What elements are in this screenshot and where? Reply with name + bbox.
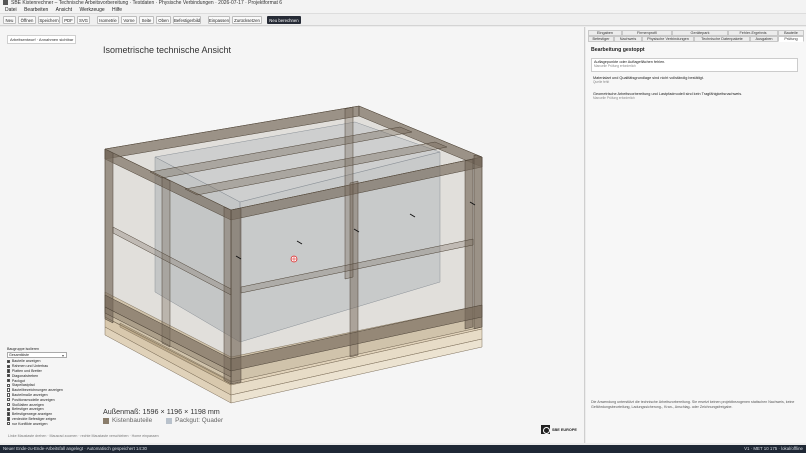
open-button[interactable]: Öffnen (18, 16, 36, 24)
status-message: Neuer Ende-zu-Ende-Arbeitsfall angelegt … (3, 446, 147, 451)
top-view-button[interactable]: Oben (156, 16, 171, 24)
checkbox[interactable] (7, 398, 11, 402)
legend-packgut-label: Packgut: Quader (175, 417, 224, 424)
legend-swatch-crate (103, 417, 109, 424)
navigation-hint: Linke Maustaste drehen · Mausrad zoomen … (8, 434, 159, 438)
menu-bearbeiten[interactable]: Bearbeiten (24, 7, 48, 13)
tab-physische-verbindungen[interactable]: Physische Verbindungen (642, 36, 694, 42)
tab-nachweis[interactable]: Nachweis (614, 36, 642, 42)
status-bar: Neuer Ende-zu-Ende-Arbeitsfall angelegt … (0, 445, 806, 453)
checkbox[interactable] (7, 388, 11, 392)
menu-datei[interactable]: Datei (5, 7, 17, 13)
tab-pruefung[interactable]: Prüfung (778, 36, 804, 42)
check-item[interactable]: Materialart und Qualitätsgrundlage sind … (591, 75, 798, 85)
isometric-view-button[interactable]: Isometrie (97, 16, 119, 24)
checkbox[interactable] (7, 412, 11, 416)
company-logo: SBE EUROPE (541, 425, 577, 434)
title-bar: SBE Kistenrechner – Technische Arbeitsvo… (0, 0, 806, 7)
checkbox[interactable] (7, 378, 11, 383)
crate-isometric-drawing[interactable] (0, 27, 585, 443)
tab-technische-datenpakete[interactable]: Technische Datenpakete (694, 36, 750, 42)
legend-crate-label: Kistenbauteile (112, 417, 153, 424)
checkbox[interactable] (7, 422, 11, 426)
toolbar: Neu Öffnen Speichern PDF SVG Isometrie V… (0, 14, 806, 26)
checkbox[interactable] (7, 407, 11, 412)
outer-dimensions: Außenmaß: 1596 × 1196 × 1198 mm (103, 407, 220, 416)
fastener-view-button[interactable]: Befestigerbild (173, 16, 201, 24)
front-view-button[interactable]: Vorne (121, 16, 137, 24)
tab-befestiger[interactable]: Befestiger (588, 36, 614, 42)
right-panel: Eingaben Firmenprofil Gerätepark Fehler-… (586, 27, 806, 443)
new-button[interactable]: Neu (3, 16, 16, 24)
version-info: V1 · MET 10 175 · lokal/offline (744, 446, 803, 451)
menu-hilfe[interactable]: Hilfe (112, 7, 122, 13)
orbit-center-icon[interactable] (290, 255, 298, 263)
app-icon (3, 0, 8, 6)
menu-bar: Datei Bearbeiten Ansicht Werkzeuge Hilfe (0, 7, 806, 14)
window-title: SBE Kistenrechner – Technische Arbeitsvo… (11, 0, 283, 6)
legend: Kistenbauteile Packgut: Quader (103, 417, 223, 424)
checkbox[interactable] (7, 402, 11, 407)
logo-icon (541, 425, 550, 434)
checkbox[interactable] (7, 369, 11, 373)
fit-button[interactable]: Einpassen (208, 16, 230, 24)
checkbox[interactable] (7, 364, 11, 368)
recalculate-button[interactable]: Neu berechnen (267, 16, 301, 24)
svg-button[interactable]: SVG (77, 16, 90, 24)
viewport-3d[interactable]: Arbeitsentwurf · Annahmen sichtbar Isome… (0, 27, 585, 443)
checkbox[interactable] (7, 383, 11, 388)
group-item[interactable]: Bauteilbezeichnungen anzeigen (7, 388, 69, 393)
side-view-button[interactable]: Seite (139, 16, 154, 24)
checkbox[interactable] (7, 374, 11, 378)
check-item[interactable]: Auflagepunkte oder Auflageflächen fehlen… (591, 58, 798, 72)
tab-ausgaben[interactable]: Ausgaben (750, 36, 778, 42)
panel-title: Bearbeitung gestoppt (591, 47, 645, 53)
pdf-button[interactable]: PDF (62, 16, 75, 24)
group-header: Baugruppe isolieren (7, 347, 39, 351)
menu-ansicht[interactable]: Ansicht (56, 7, 72, 13)
group-item[interactable]: nur Konflikte anzeigen (7, 421, 69, 426)
check-item[interactable]: Geometrische Arbeitsvorbereitung und Las… (591, 91, 798, 101)
checkbox[interactable] (7, 359, 11, 364)
legend-swatch-packgut (166, 417, 173, 424)
save-button[interactable]: Speichern (38, 16, 60, 24)
group-isolation-panel: Baugruppe isolieren Gesamtkiste Bauteile… (7, 347, 69, 426)
menu-werkzeuge[interactable]: Werkzeuge (79, 7, 104, 13)
checkbox[interactable] (7, 393, 11, 397)
reset-button[interactable]: Zurücksetzen (232, 16, 262, 24)
checkbox[interactable] (7, 417, 11, 421)
group-select[interactable]: Gesamtkiste (7, 352, 67, 358)
disclaimer-note: Die Anwendung unterstützt die technische… (591, 400, 795, 409)
